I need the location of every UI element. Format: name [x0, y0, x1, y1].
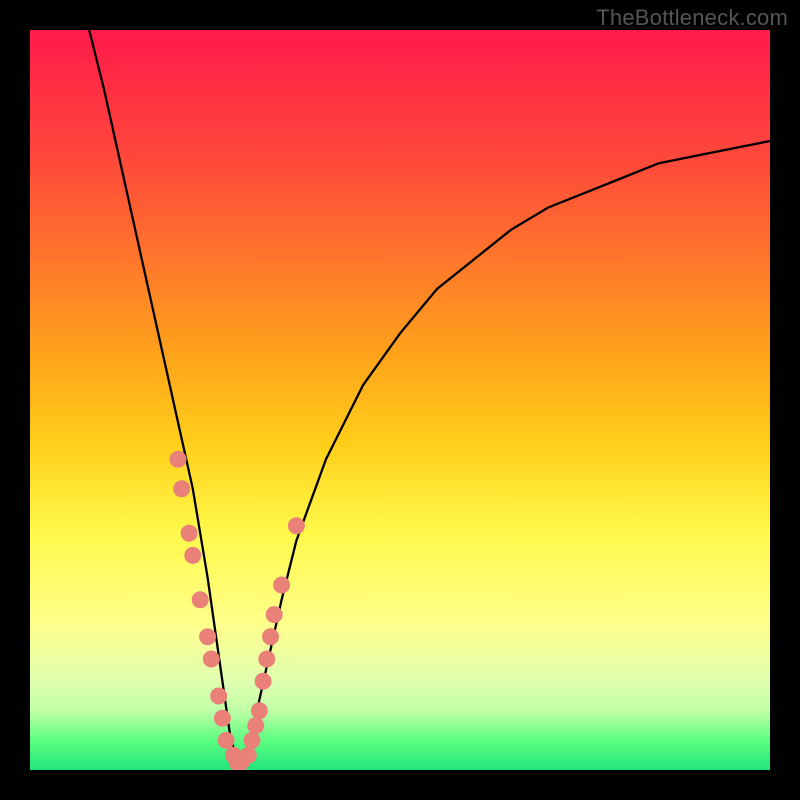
sample-dot [218, 732, 234, 748]
sample-dot [266, 607, 282, 623]
chart-svg [30, 30, 770, 770]
sample-dot [181, 525, 197, 541]
sample-dot [200, 629, 216, 645]
sample-dot [288, 518, 304, 534]
sample-dot [255, 673, 271, 689]
sample-dot [192, 592, 208, 608]
sample-dot [214, 710, 230, 726]
chart-frame: TheBottleneck.com [0, 0, 800, 800]
sample-dot [251, 703, 267, 719]
sample-dot [185, 547, 201, 563]
sample-dot [211, 688, 227, 704]
sample-dot [170, 451, 186, 467]
attribution-text: TheBottleneck.com [596, 5, 788, 31]
plot-area [30, 30, 770, 770]
sample-dot [259, 651, 275, 667]
sample-dot [263, 629, 279, 645]
sample-dot [244, 732, 260, 748]
sample-dot [240, 747, 256, 763]
bottleneck-curve [89, 30, 770, 763]
sample-dot [174, 481, 190, 497]
sample-dots-group [170, 451, 304, 770]
sample-dot [203, 651, 219, 667]
sample-dot [248, 718, 264, 734]
sample-dot [274, 577, 290, 593]
